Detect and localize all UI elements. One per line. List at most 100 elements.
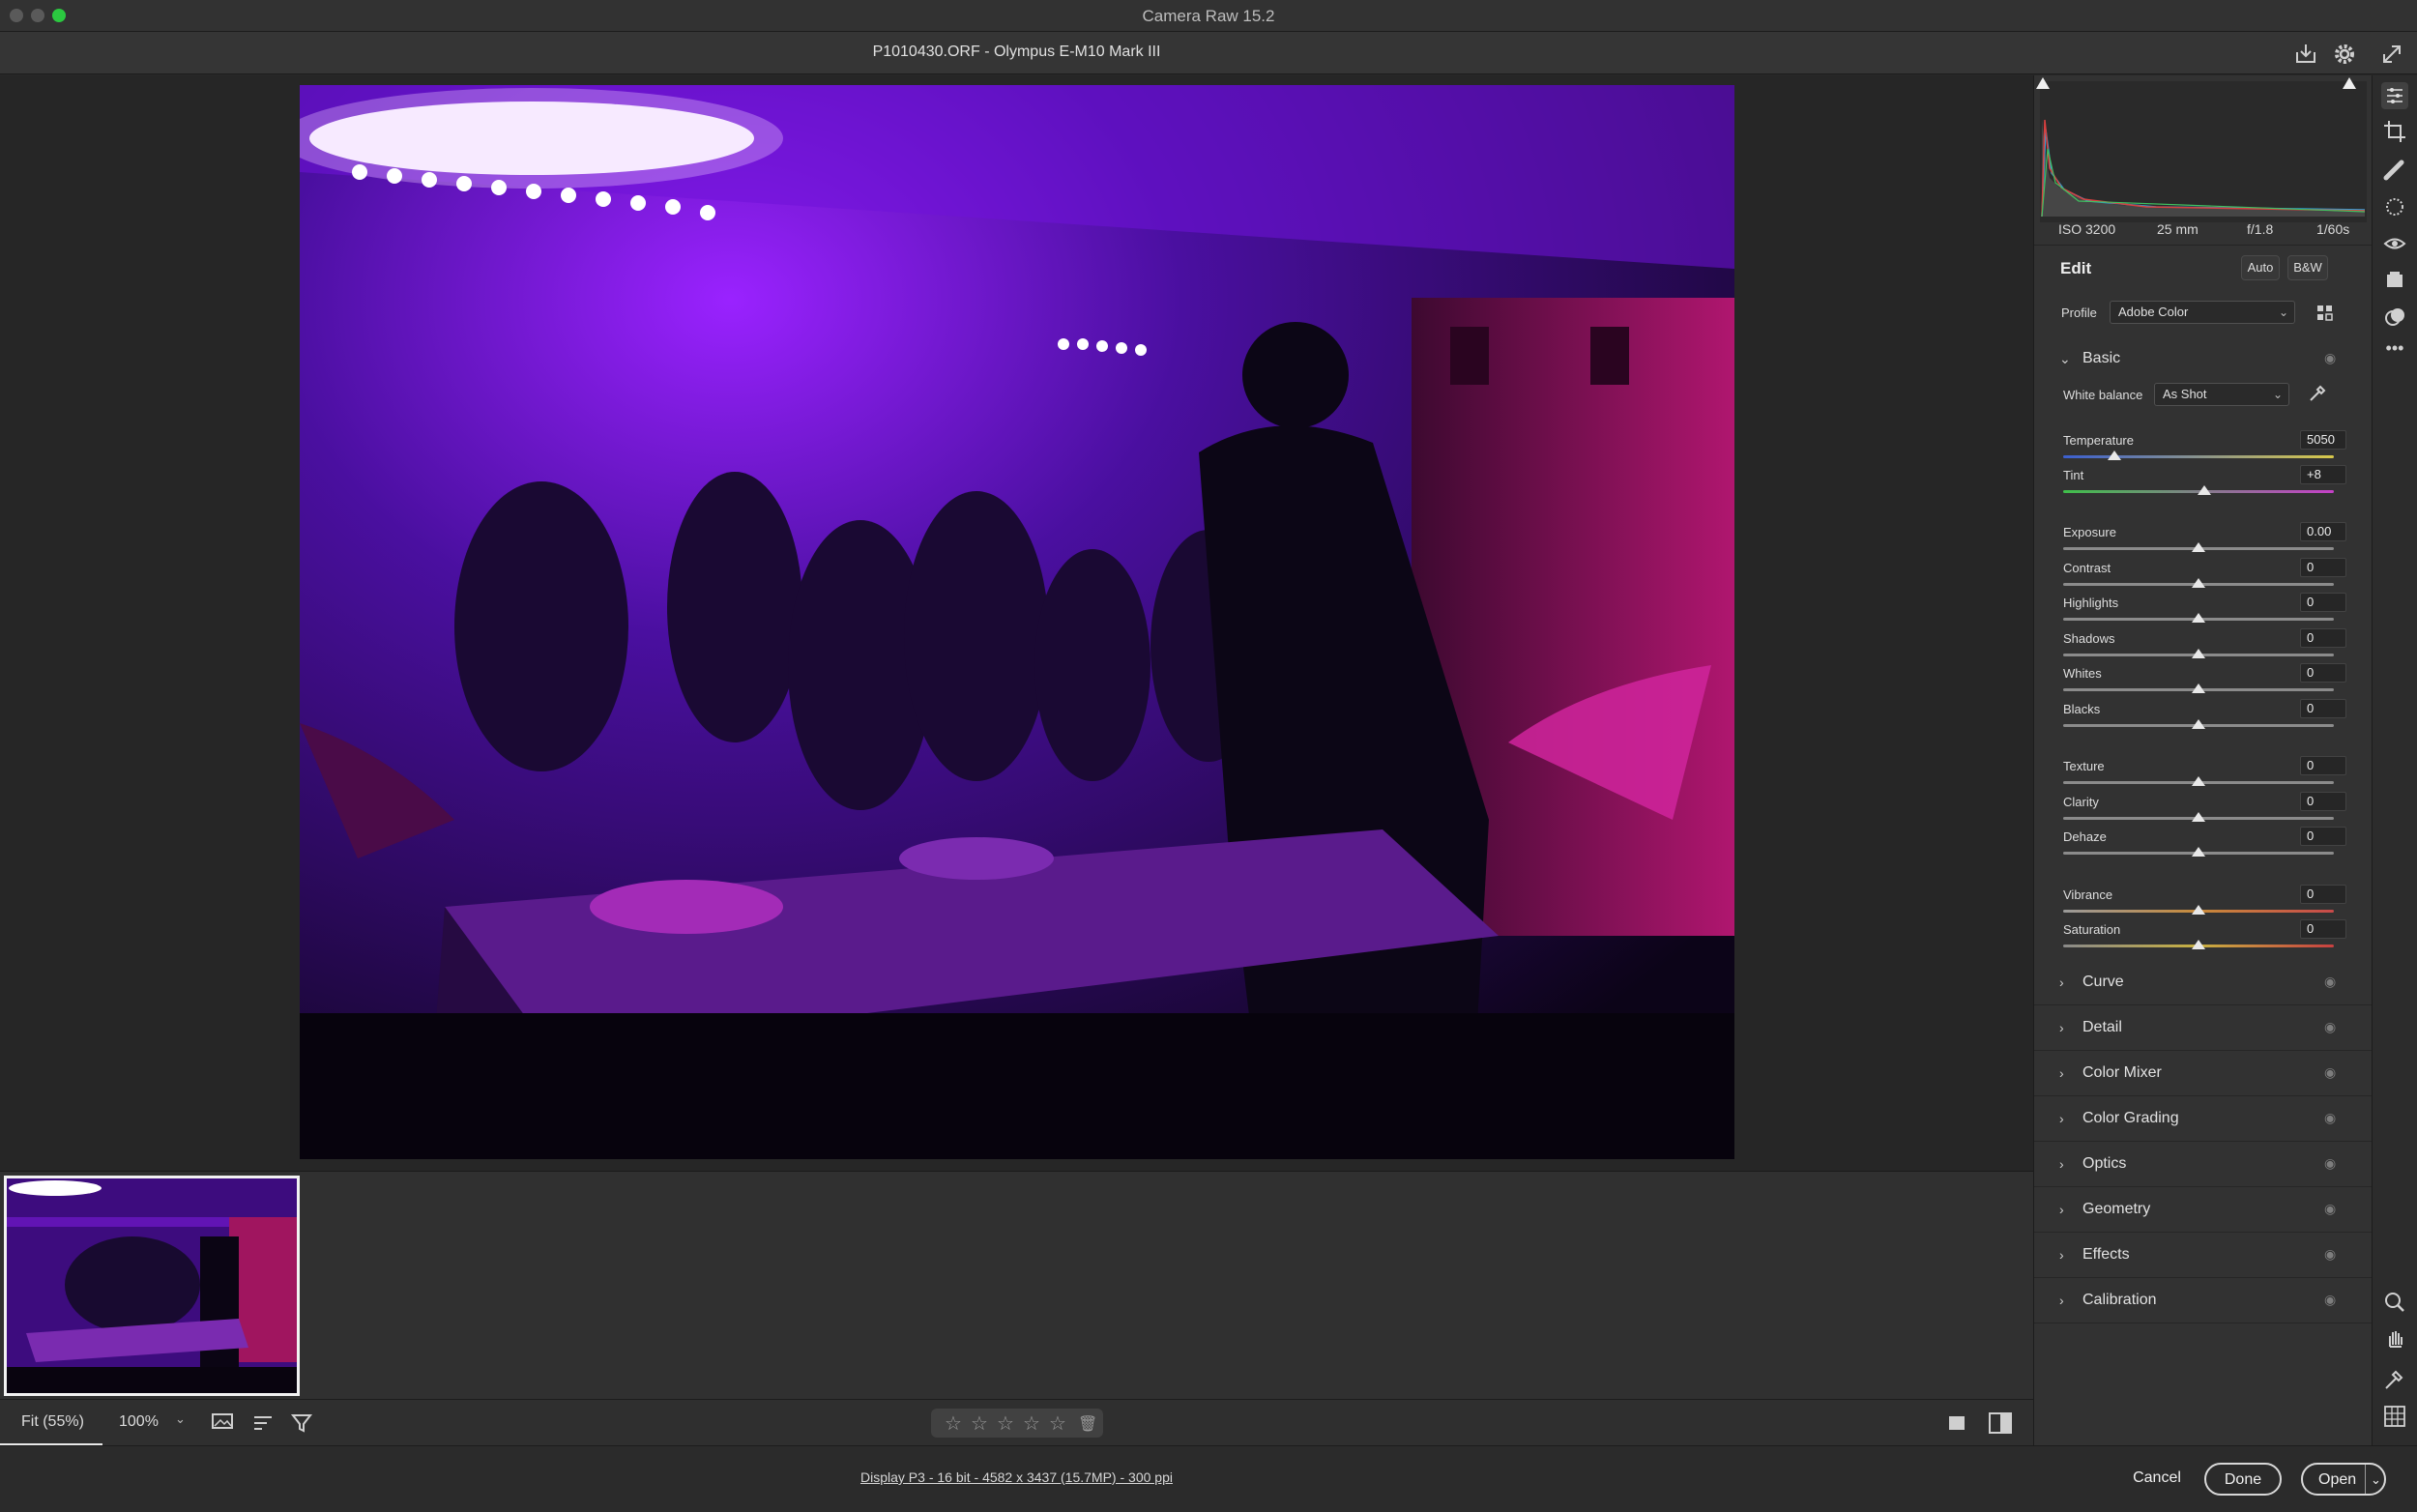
slider-value-field[interactable]: 0	[2300, 663, 2346, 683]
auto-button[interactable]: Auto	[2241, 255, 2280, 280]
zoom-dropdown-icon[interactable]: ⌄	[175, 1411, 186, 1427]
section-color-mixer[interactable]: › Color Mixer ◉	[2034, 1052, 2373, 1096]
slider-temperature[interactable]: Temperature 5050	[2058, 430, 2346, 468]
slider-value-field[interactable]: 0	[2300, 756, 2346, 775]
slider-saturation[interactable]: Saturation 0	[2058, 919, 2346, 957]
fit-zoom-button[interactable]: Fit (55%)	[21, 1413, 84, 1431]
photo-preview[interactable]	[300, 85, 1734, 1159]
slider-handle[interactable]	[2192, 812, 2205, 822]
slider-value-field[interactable]: 0	[2300, 558, 2346, 577]
slider-handle[interactable]	[2192, 905, 2205, 915]
healing-brush-icon[interactable]	[2381, 157, 2408, 184]
slider-handle[interactable]	[2192, 847, 2205, 857]
before-after-icon[interactable]	[1987, 1410, 2014, 1437]
grid-overlay-icon[interactable]	[2381, 1403, 2408, 1430]
slider-handle[interactable]	[2192, 578, 2205, 588]
slider-value-field[interactable]: 0	[2300, 792, 2346, 811]
profile-browser-icon[interactable]	[2315, 303, 2336, 324]
slider-texture[interactable]: Texture 0	[2058, 756, 2346, 794]
eye-icon[interactable]: ◉	[2324, 974, 2336, 990]
slider-value-field[interactable]: +8	[2300, 465, 2346, 484]
edit-sliders-icon[interactable]	[2381, 82, 2408, 109]
slider-shadows[interactable]: Shadows 0	[2058, 628, 2346, 666]
slider-track[interactable]	[2063, 455, 2334, 458]
slider-value-field[interactable]: 0	[2300, 885, 2346, 904]
masking-icon[interactable]	[2381, 193, 2408, 220]
white-balance-dropdown[interactable]: As Shot ⌄	[2154, 383, 2289, 406]
slider-contrast[interactable]: Contrast 0	[2058, 558, 2346, 596]
filmstrip-thumbnail[interactable]	[4, 1176, 300, 1396]
eye-icon[interactable]: ◉	[2324, 1201, 2336, 1217]
more-options-icon[interactable]: •••	[2381, 338, 2408, 365]
section-geometry[interactable]: › Geometry ◉	[2034, 1188, 2373, 1233]
slider-blacks[interactable]: Blacks 0	[2058, 699, 2346, 737]
slider-highlights[interactable]: Highlights 0	[2058, 593, 2346, 630]
eye-icon[interactable]: ◉	[2324, 1110, 2336, 1126]
slider-vibrance[interactable]: Vibrance 0	[2058, 885, 2346, 922]
section-curve[interactable]: › Curve ◉	[2034, 961, 2373, 1005]
slider-handle[interactable]	[2108, 451, 2122, 460]
bw-button[interactable]: B&W	[2287, 255, 2328, 280]
eye-icon[interactable]: ◉	[2324, 1155, 2336, 1172]
hand-tool-icon[interactable]	[2381, 1325, 2408, 1352]
crop-icon[interactable]	[2381, 118, 2408, 145]
slider-whites[interactable]: Whites 0	[2058, 663, 2346, 701]
eyedropper-icon[interactable]	[2307, 383, 2328, 404]
zoom-tool-icon[interactable]	[2381, 1289, 2408, 1316]
slider-handle[interactable]	[2192, 776, 2205, 786]
zoom-level-value[interactable]: 100%	[119, 1413, 159, 1431]
section-calibration[interactable]: › Calibration ◉	[2034, 1279, 2373, 1323]
slider-handle[interactable]	[2192, 542, 2205, 552]
section-basic[interactable]: ⌄ Basic ◉	[2034, 337, 2373, 382]
slider-tint[interactable]: Tint +8	[2058, 465, 2346, 503]
section-color-grading[interactable]: › Color Grading ◉	[2034, 1097, 2373, 1142]
star-2-icon[interactable]: ☆	[971, 1411, 988, 1436]
gear-icon[interactable]	[2331, 41, 2358, 68]
cancel-button[interactable]: Cancel	[2123, 1463, 2191, 1496]
slider-value-field[interactable]: 0	[2300, 628, 2346, 648]
slider-handle[interactable]	[2197, 485, 2211, 495]
slider-value-field[interactable]: 0	[2300, 827, 2346, 846]
slider-exposure[interactable]: Exposure 0.00	[2058, 522, 2346, 560]
eye-icon[interactable]: ◉	[2324, 350, 2336, 366]
sort-icon[interactable]	[251, 1411, 277, 1435]
filter-icon[interactable]	[290, 1411, 315, 1435]
slider-value-field[interactable]: 5050	[2300, 430, 2346, 450]
star-5-icon[interactable]: ☆	[1049, 1411, 1066, 1436]
eye-icon[interactable]: ◉	[2324, 1292, 2336, 1308]
single-view-icon[interactable]	[1946, 1411, 1969, 1435]
shadow-clipping-icon[interactable]	[2036, 77, 2050, 89]
eye-icon[interactable]: ◉	[2324, 1019, 2336, 1035]
workflow-options-link[interactable]: Display P3 - 16 bit - 4582 x 3437 (15.7M…	[0, 1469, 2033, 1485]
eye-icon[interactable]: ◉	[2324, 1246, 2336, 1263]
red-eye-icon[interactable]	[2381, 230, 2408, 257]
open-button[interactable]: Open ⌄	[2301, 1463, 2386, 1496]
slider-clarity[interactable]: Clarity 0	[2058, 792, 2346, 829]
slider-value-field[interactable]: 0	[2300, 593, 2346, 612]
slider-handle[interactable]	[2192, 940, 2205, 949]
slider-handle[interactable]	[2192, 683, 2205, 693]
slider-handle[interactable]	[2192, 613, 2205, 623]
filmstrip-view-icon[interactable]	[211, 1411, 236, 1435]
star-1-icon[interactable]: ☆	[945, 1411, 962, 1436]
presets-icon[interactable]	[2381, 304, 2408, 331]
slider-handle[interactable]	[2192, 649, 2205, 658]
section-detail[interactable]: › Detail ◉	[2034, 1006, 2373, 1051]
eye-icon[interactable]: ◉	[2324, 1064, 2336, 1081]
star-3-icon[interactable]: ☆	[997, 1411, 1014, 1436]
rating-stars[interactable]: ☆ ☆ ☆ ☆ ☆ 🗑	[931, 1409, 1103, 1438]
image-canvas[interactable]	[0, 75, 2033, 1171]
section-optics[interactable]: › Optics ◉	[2034, 1143, 2373, 1187]
trash-icon[interactable]: 🗑	[1078, 1414, 1097, 1434]
star-4-icon[interactable]: ☆	[1023, 1411, 1040, 1436]
save-icon[interactable]	[2292, 41, 2319, 68]
slider-dehaze[interactable]: Dehaze 0	[2058, 827, 2346, 864]
open-options-icon[interactable]: ⌄	[2371, 1465, 2381, 1496]
slider-value-field[interactable]: 0	[2300, 699, 2346, 718]
slider-value-field[interactable]: 0.00	[2300, 522, 2346, 541]
snapshots-icon[interactable]	[2381, 267, 2408, 294]
profile-dropdown[interactable]: Adobe Color ⌄	[2110, 301, 2295, 324]
slider-value-field[interactable]: 0	[2300, 919, 2346, 939]
section-effects[interactable]: › Effects ◉	[2034, 1234, 2373, 1278]
done-button[interactable]: Done	[2204, 1463, 2282, 1496]
